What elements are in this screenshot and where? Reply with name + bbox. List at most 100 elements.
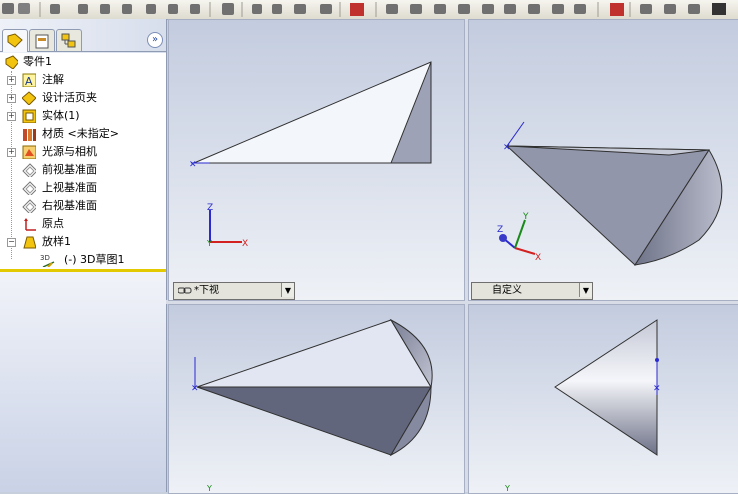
expand-icon[interactable]: +: [7, 148, 16, 157]
toolbar-tool-icon: [386, 4, 398, 14]
tree-item-label: 前视基准面: [42, 163, 97, 176]
property-manager-icon: [35, 34, 49, 49]
tab-feature-manager[interactable]: [2, 29, 28, 52]
solid-body-icon: [22, 109, 36, 123]
toolbar-tool-icon: [482, 4, 494, 14]
loft-icon: [23, 236, 36, 249]
tree-item-lights-cameras[interactable]: + 光源与相机: [0, 143, 166, 161]
z-axis-label: Z: [497, 225, 503, 235]
y-axis-label: Y: [206, 239, 212, 248]
viewport-model: ✕ Y: [191, 318, 433, 493]
toolbar-tool-icon: [18, 3, 30, 14]
toolbar-tool-icon: [50, 4, 60, 14]
view-selector[interactable]: *下视 ▼: [173, 282, 295, 300]
tree-item-part[interactable]: 零件1: [0, 53, 166, 71]
origin-marker: ✕: [653, 384, 661, 394]
tree-item-solid-bodies[interactable]: + 实体(1): [0, 107, 166, 125]
tree-item-annotations[interactable]: + A 注解: [0, 71, 166, 89]
toolbar-tool-icon: [410, 4, 422, 14]
view-selector[interactable]: 自定义 ▼: [471, 282, 593, 300]
model-face: [193, 61, 432, 164]
viewport-right-view[interactable]: ✕ Y: [468, 304, 738, 494]
tree-item-label: 设计活页夹: [42, 91, 97, 104]
viewport-model: ✕ Y: [504, 319, 661, 493]
viewport-custom-view[interactable]: ✕ Z Y X 自定义 ▼: [468, 19, 738, 301]
collapse-icon[interactable]: −: [7, 238, 16, 247]
model-face: [196, 386, 432, 456]
toolbar-icons: [2, 2, 726, 17]
tree-item-material[interactable]: 材质 <未指定>: [0, 125, 166, 143]
origin-marker: ✕: [503, 143, 511, 153]
toolbar-tool-icon: [458, 4, 470, 14]
feature-manager-icon: [7, 33, 23, 48]
tree-item-label: 注解: [42, 73, 64, 86]
tree-item-front-plane[interactable]: 前视基准面: [0, 161, 166, 179]
tree-item-loft[interactable]: − 放样1: [0, 233, 166, 251]
3d-sketch-icon: 3D: [40, 254, 55, 267]
toolbar-tool-icon: [222, 3, 234, 15]
tab-property-manager[interactable]: [29, 29, 55, 51]
part-icon: [5, 55, 18, 69]
feature-manager-panel: » 零件1 + A 注解 + 设计活页夹 + 实体(1) 材质 <未指定> + …: [0, 19, 167, 492]
view-name: *下视: [194, 285, 219, 296]
tree-item-label: 原点: [42, 217, 64, 230]
toolbar-tool-icon: [664, 4, 676, 14]
x-axis: [514, 247, 536, 255]
tree-item-top-plane[interactable]: 上视基准面: [0, 179, 166, 197]
y-axis-label: Y: [522, 212, 529, 222]
plane-icon: [22, 163, 36, 177]
toolbar-tool-icon: [168, 4, 178, 14]
tree-item-label: 光源与相机: [42, 145, 97, 158]
model-face: [196, 319, 432, 388]
tree-item-right-plane[interactable]: 右视基准面: [0, 197, 166, 215]
tab-configuration-manager[interactable]: [56, 29, 82, 51]
tree-item-label: 上视基准面: [42, 181, 97, 194]
toolbar-tool-icon: [712, 3, 726, 15]
tree-item-origin[interactable]: 原点: [0, 215, 166, 233]
toolbar-tool-icon: [252, 4, 262, 14]
toolbar-tool-icon: [190, 4, 200, 14]
axis-triad: Z Y X: [497, 212, 541, 263]
viewport-bottom-view[interactable]: ✕ Z X Y *下视 ▼: [168, 19, 465, 301]
toolbar-tool-icon: [100, 4, 110, 14]
z-axis-ball: [499, 234, 507, 242]
annotation-icon: A: [22, 73, 36, 87]
sketch-point: [655, 358, 659, 362]
expand-icon[interactable]: +: [7, 94, 16, 103]
tree-item-label: (-) 3D草图1: [64, 253, 125, 266]
viewport-model: ✕: [189, 61, 432, 170]
tree-item-label: 材质 <未指定>: [42, 127, 119, 140]
tree-item-label: 实体(1): [42, 109, 80, 122]
dropdown-arrow-icon[interactable]: ▼: [579, 283, 592, 297]
tree-item-design-binder[interactable]: + 设计活页夹: [0, 89, 166, 107]
toolbar-tool-icon: [434, 4, 446, 14]
expand-icon[interactable]: +: [7, 112, 16, 121]
tree-item-label: 右视基准面: [42, 199, 97, 212]
toolbar-tool-icon: [640, 4, 652, 14]
toolbar-tool-icon: [504, 4, 516, 14]
tree-item-label: 零件1: [23, 55, 52, 68]
3d-badge: 3D: [40, 254, 50, 262]
origin-icon: [24, 218, 36, 231]
viewport-front-view[interactable]: ✕ Y: [168, 304, 465, 494]
view-name: 自定义: [492, 285, 522, 296]
x-axis-label: X: [535, 253, 541, 263]
dropdown-arrow-icon[interactable]: ▼: [281, 283, 294, 297]
toolbar-tool-icon: [688, 4, 700, 14]
design-binder-icon: [22, 91, 36, 105]
origin-marker: ✕: [189, 160, 197, 170]
toolbar-tool-icon: [2, 3, 14, 14]
plane-icon: [22, 181, 36, 195]
svg-text:A: A: [25, 75, 33, 87]
origin-marker: ✕: [191, 384, 199, 394]
view-link-icon: [178, 287, 192, 294]
tree-item-3d-sketch[interactable]: 3D (-) 3D草图1: [0, 251, 166, 269]
toolbar-tool-icon: [78, 4, 88, 14]
toolbar-tool-icon: [528, 4, 540, 14]
collapse-panel-button[interactable]: »: [147, 32, 163, 48]
configuration-manager-icon: [61, 33, 76, 48]
expand-icon[interactable]: +: [7, 76, 16, 85]
x-axis-label: X: [242, 239, 248, 249]
toolbar-tool-icon: [294, 4, 306, 14]
toolbar-tool-icon: [574, 4, 586, 14]
